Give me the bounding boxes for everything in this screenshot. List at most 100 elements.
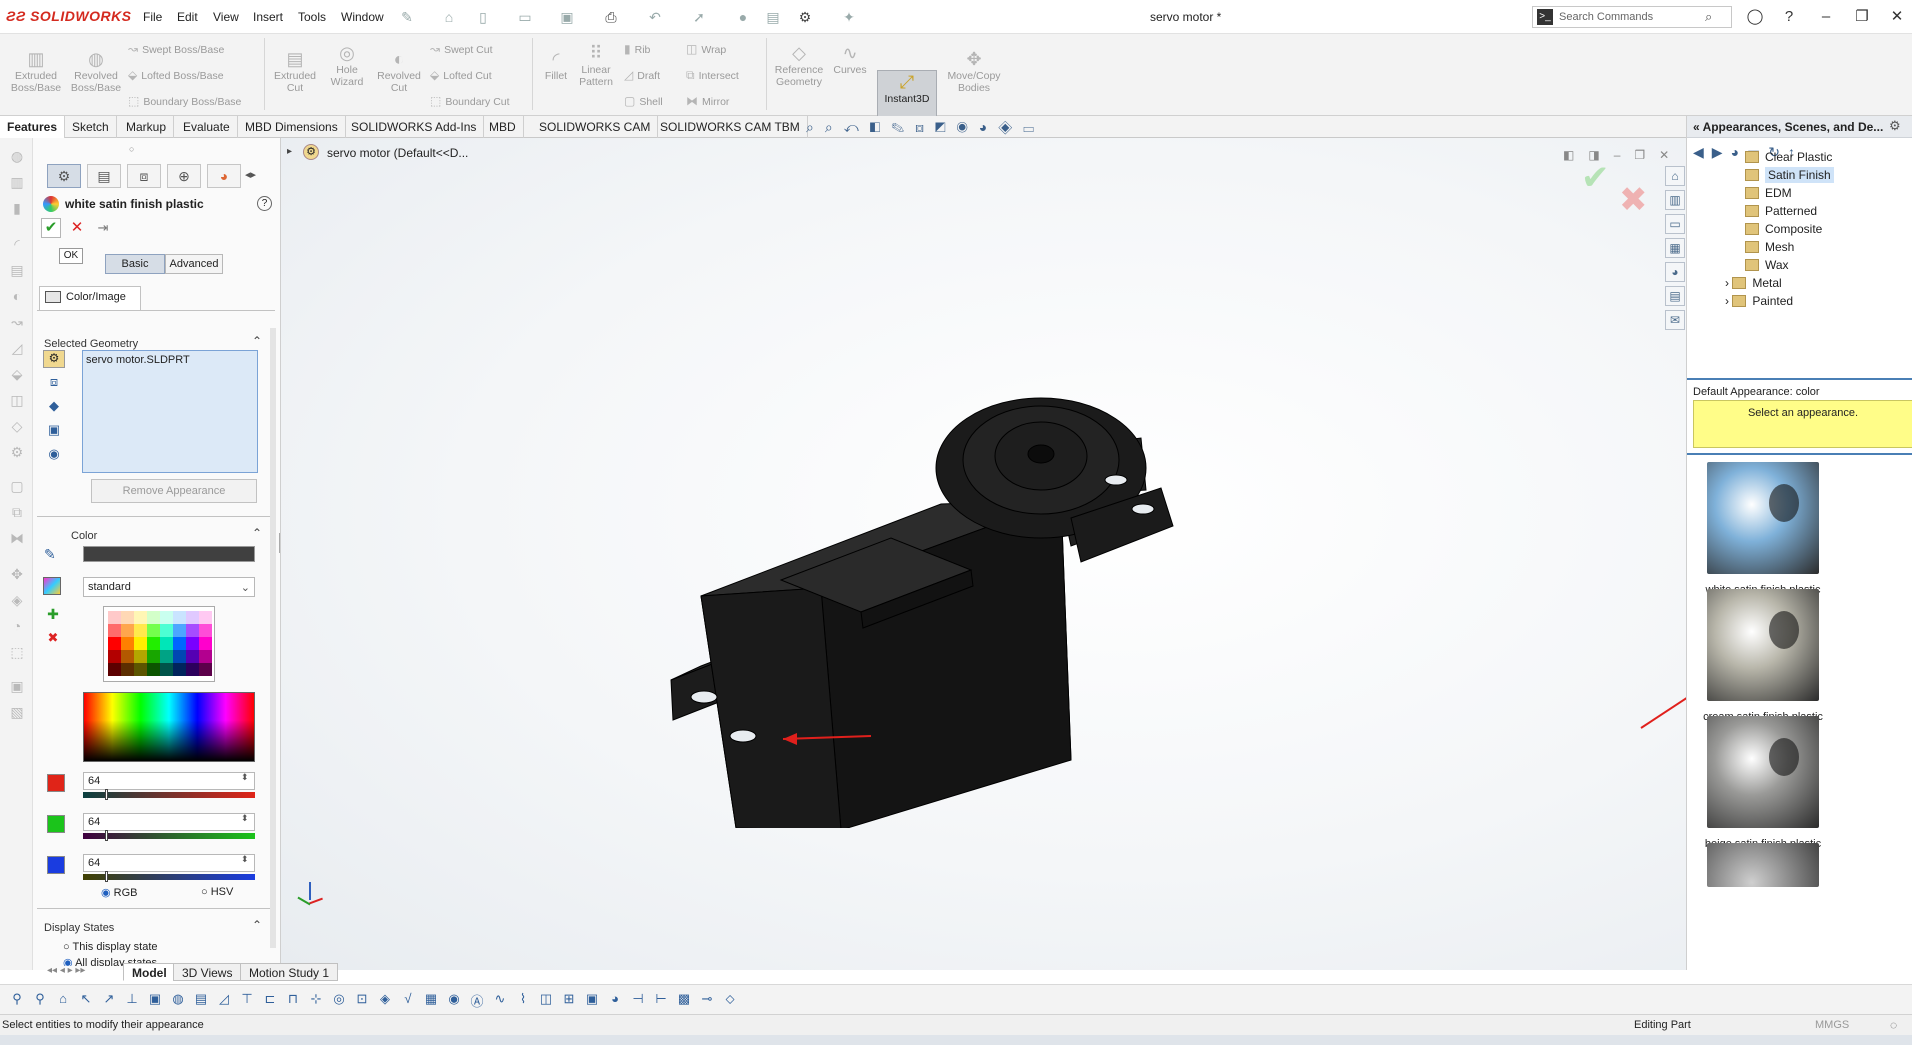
filter-balloon-icon[interactable]: ◎ (330, 991, 348, 1009)
filter-appearance-icon[interactable]: ◕ (606, 991, 624, 1009)
save-icon[interactable]: ▣ (558, 8, 576, 26)
menu-file[interactable]: File (143, 10, 162, 24)
tree-item-patterned[interactable]: Patterned (1745, 204, 1817, 222)
part-filter-icon[interactable]: ⚙ (43, 350, 65, 368)
filter-spline-icon[interactable]: ∿ (491, 991, 509, 1009)
filter-weld-bead-icon[interactable]: ▣ (583, 991, 601, 1009)
color-swatch-cell[interactable] (108, 650, 121, 663)
color-swatch-cell[interactable] (121, 663, 134, 676)
selected-geometry-list[interactable]: servo motor.SLDPRT (82, 350, 258, 473)
color-swatch-cell[interactable] (160, 624, 173, 637)
swept-boss-button[interactable]: ↝ Swept Boss/Base (128, 42, 224, 56)
collapse-chevron-icon[interactable]: ⌃ (252, 334, 262, 348)
rib-button[interactable]: ▮ Rib (624, 42, 650, 56)
filter-table-icon[interactable]: ▦ (422, 991, 440, 1009)
tab-solidworks-addins[interactable]: SOLIDWORKS Add-Ins (344, 116, 485, 138)
filter-connection-icon[interactable]: ⊢ (652, 991, 670, 1009)
lofted-cut-button[interactable]: ⬙ Lofted Cut (430, 68, 492, 82)
options-gear-icon[interactable]: ⚙ (1889, 118, 1901, 134)
color-swatch-cell[interactable] (199, 611, 212, 624)
view-toolbar[interactable]: ⌕⌕↶◧✎⧈◩◉◕◈▭ (806, 119, 1045, 136)
red-spin-icon[interactable]: ⬍ (241, 772, 249, 783)
color-swatch-cell[interactable] (199, 624, 212, 637)
color-swatch-cell[interactable] (147, 663, 160, 676)
collapse-chevron-icon[interactable]: ⌃ (252, 918, 262, 932)
filter-notes-icon[interactable]: ⊤ (238, 991, 256, 1009)
filter-selection-icon[interactable]: ⊸ (698, 991, 716, 1009)
color-spectrum-picker[interactable] (83, 692, 255, 762)
splitter[interactable] (1687, 378, 1912, 380)
display-states-header[interactable]: Display States (44, 922, 114, 934)
confirm-cancel-icon[interactable]: ✖ (1619, 180, 1648, 220)
help-icon[interactable]: ? (1778, 7, 1800, 27)
display-style-icon[interactable]: ◩ (935, 119, 957, 135)
blue-spin-icon[interactable]: ⬍ (241, 854, 249, 865)
color-swatch-cell[interactable] (147, 624, 160, 637)
home-icon[interactable]: ⌂ (1665, 166, 1685, 186)
filter-dimensions-icon[interactable]: ◿ (215, 991, 233, 1009)
face-filter-icon[interactable]: ◆ (43, 398, 65, 416)
filter-toolbar-icon[interactable]: ⚲ (8, 991, 26, 1009)
red-slider[interactable] (83, 792, 255, 798)
pin-icon[interactable]: ✎ (398, 8, 416, 26)
view-settings-icon[interactable]: ▭ (1023, 119, 1045, 135)
solidworks-logo[interactable]: ƧƧ SOLIDWORKS (6, 8, 132, 24)
extruded-boss-button[interactable]: ▥ Extruded Boss/Base (8, 48, 64, 94)
expand-tree-arrow-icon[interactable]: ▸ (287, 146, 292, 157)
blue-slider[interactable] (83, 874, 255, 880)
color-swatch-cell[interactable] (173, 637, 186, 650)
green-slider-thumb[interactable] (105, 830, 108, 841)
filter-surface-icon[interactable]: ↗ (100, 991, 118, 1009)
view-orientation-icon[interactable]: ⧈ (915, 119, 935, 135)
tab-solidworks-cam[interactable]: SOLIDWORKS CAM (532, 116, 659, 138)
blue-value-input[interactable]: 64 (83, 854, 255, 872)
color-swatch-cell[interactable] (121, 650, 134, 663)
feature-tree-root[interactable]: servo motor (Default<<D... (327, 146, 468, 160)
color-swatch-grid[interactable] (103, 606, 215, 682)
color-swatch-cell[interactable] (160, 650, 173, 663)
filter-vertices-icon[interactable]: ⚲ (31, 991, 49, 1009)
appearance-thumbnail[interactable] (1707, 462, 1819, 574)
color-swatch-cell[interactable] (134, 624, 147, 637)
status-units[interactable]: MMGS (1815, 1019, 1849, 1031)
tab-markup[interactable]: Markup (119, 116, 175, 138)
customize-icon[interactable]: ✦ (840, 8, 858, 26)
view-palette-icon[interactable]: ▦ (1665, 238, 1685, 258)
rgb-radio[interactable]: ◉ RGB (101, 886, 138, 899)
section-view-icon[interactable]: ◧ (870, 119, 892, 135)
hide-show-icon[interactable]: ◉ (957, 119, 979, 135)
appearances-icon[interactable]: ◕ (1665, 262, 1685, 282)
tab-motion-study[interactable]: Motion Study 1 (240, 963, 339, 981)
remove-appearance-button[interactable]: Remove Appearance (91, 479, 257, 503)
color-swatch-cell[interactable] (173, 624, 186, 637)
expand-arrow-icon[interactable]: › (1725, 276, 1732, 290)
intersect-button[interactable]: ⧉ Intersect (686, 68, 739, 83)
feature-filter-icon[interactable]: ▣ (43, 422, 65, 440)
color-swatch-cell[interactable] (134, 637, 147, 650)
tree-item-composite[interactable]: Composite (1745, 222, 1822, 240)
custom-properties-icon[interactable]: ▤ (1665, 286, 1685, 306)
tree-item-painted[interactable]: › Painted (1725, 294, 1793, 312)
filter-axes-icon[interactable]: ⊥ (123, 991, 141, 1009)
graphics-area[interactable]: ▸ ⚙ servo motor (Default<<D... ◧◨–❐✕ ✔ ✖ (281, 138, 1701, 970)
color-swatch-cell[interactable] (147, 637, 160, 650)
rebuild-icon[interactable]: ● (734, 8, 752, 26)
move-copy-bodies-button[interactable]: ✥ Move/Copy Bodies (944, 48, 1004, 94)
color-section-header[interactable]: Color (71, 530, 97, 542)
color-swatch-cell[interactable] (160, 663, 173, 676)
expand-arrow-icon[interactable]: › (1725, 294, 1732, 308)
advanced-button[interactable]: Advanced (165, 254, 223, 274)
color-swatch-cell[interactable] (186, 624, 199, 637)
filter-geometric-tolerance-icon[interactable]: ⊏ (261, 991, 279, 1009)
confirm-check-icon[interactable]: ✔ (1581, 158, 1610, 198)
dynamic-annotation-icon[interactable]: ✎ (891, 119, 915, 135)
tree-item-satin-finish[interactable]: Satin Finish (1745, 167, 1834, 186)
filter-options-icon[interactable]: ⬦ (721, 991, 739, 1009)
lofted-boss-button[interactable]: ⬙ Lofted Boss/Base (128, 68, 224, 82)
filter-centerline-icon[interactable]: ⌇ (514, 991, 532, 1009)
appearance-thumbnail[interactable] (1707, 716, 1819, 828)
red-value-input[interactable]: 64 (83, 772, 255, 790)
splitter[interactable] (1687, 453, 1912, 455)
zoom-area-icon[interactable]: ⌕ (825, 119, 844, 135)
color-swatch-cell[interactable] (147, 611, 160, 624)
